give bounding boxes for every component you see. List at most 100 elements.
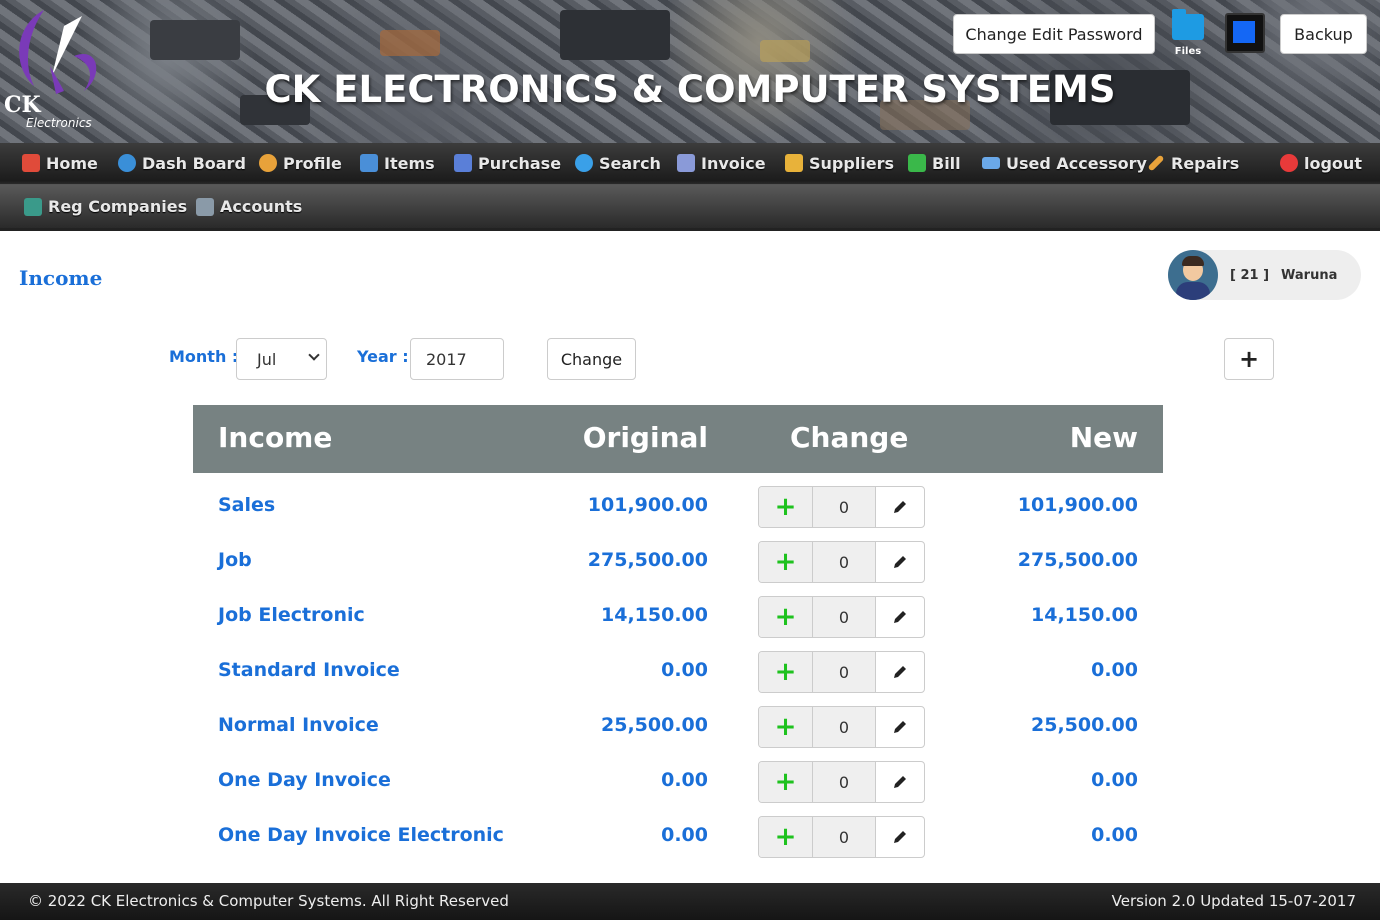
change-edit-password-button[interactable]: Change Edit Password: [953, 14, 1155, 54]
table-row: One Day Invoice Electronic 0.00 + 0 0.00: [193, 808, 1163, 863]
plus-button[interactable]: +: [759, 597, 813, 637]
table-row: Job 275,500.00 + 0 275,500.00: [193, 533, 1163, 588]
year-input[interactable]: 2017: [410, 338, 504, 380]
month-label: Month :: [169, 347, 239, 366]
window-icon[interactable]: [1225, 13, 1265, 53]
pencil-icon[interactable]: [876, 487, 924, 527]
nav-item-home[interactable]: Home: [22, 154, 98, 173]
files-button[interactable]: Files: [1170, 9, 1206, 60]
dashboard-icon: [118, 154, 136, 172]
row-name: Normal Invoice: [218, 714, 379, 736]
header-new: New: [1069, 421, 1138, 454]
row-original: 101,900.00: [587, 494, 708, 516]
search-icon: [575, 154, 593, 172]
backup-button[interactable]: Backup: [1280, 14, 1367, 54]
nav-item-profile[interactable]: Profile: [259, 154, 342, 173]
row-new: 101,900.00: [1017, 494, 1138, 516]
change-value-input[interactable]: 0: [813, 762, 876, 802]
pencil-icon[interactable]: [876, 817, 924, 857]
home-icon: [22, 154, 40, 172]
site-title: CK ELECTRONICS & COMPUTER SYSTEMS: [264, 68, 1116, 111]
row-original: 14,150.00: [601, 604, 708, 626]
nav-item-repairs[interactable]: Repairs: [1147, 154, 1239, 173]
row-new: 0.00: [1091, 659, 1138, 681]
chevron-down-icon: [308, 349, 320, 361]
pencil-icon[interactable]: [876, 597, 924, 637]
row-new: 0.00: [1091, 824, 1138, 846]
row-name: One Day Invoice Electronic: [218, 824, 504, 846]
change-control: + 0: [758, 486, 925, 528]
power-icon: [1280, 154, 1298, 172]
row-name: Standard Invoice: [218, 659, 400, 681]
footer: © 2022 CK Electronics & Computer Systems…: [0, 883, 1380, 920]
repairs-icon: [1147, 154, 1165, 172]
nav-item-used-accessory[interactable]: Used Accessory: [982, 154, 1147, 173]
plus-button[interactable]: +: [759, 652, 813, 692]
header-banner: CK Electronics CK ELECTRONICS & COMPUTER…: [0, 0, 1380, 143]
avatar: [1168, 250, 1218, 300]
row-name: Job: [218, 549, 252, 571]
change-value-input[interactable]: 0: [813, 597, 876, 637]
suppliers-icon: [785, 154, 803, 172]
row-new: 14,150.00: [1031, 604, 1138, 626]
change-value-input[interactable]: 0: [813, 487, 876, 527]
logo-text-sub: Electronics: [26, 116, 92, 130]
nav-item-reg-companies[interactable]: Reg Companies: [24, 197, 187, 216]
nav-item-bill[interactable]: Bill: [908, 154, 961, 173]
nav-item-items[interactable]: Items: [360, 154, 435, 173]
accounts-icon: [196, 197, 214, 216]
footer-version: Version 2.0 Updated 15-07-2017: [1111, 892, 1356, 910]
nav-item-logout[interactable]: logout: [1280, 154, 1362, 173]
row-original: 0.00: [661, 769, 708, 791]
reg-companies-icon: [24, 197, 42, 216]
pencil-icon[interactable]: [876, 652, 924, 692]
page-title: Income: [19, 266, 103, 290]
change-value-input[interactable]: 0: [813, 652, 876, 692]
change-value-input[interactable]: 0: [813, 817, 876, 857]
nav-item-invoice[interactable]: Invoice: [677, 154, 766, 173]
nav-item-accounts[interactable]: Accounts: [196, 197, 302, 216]
user-badge[interactable]: [ 21 ] Waruna: [1168, 250, 1361, 300]
profile-icon: [259, 154, 277, 172]
items-icon: [360, 154, 378, 172]
month-select[interactable]: Jul: [236, 338, 327, 380]
year-label: Year :: [357, 347, 409, 366]
bill-icon: [908, 154, 926, 172]
row-original: 275,500.00: [587, 549, 708, 571]
row-original: 25,500.00: [601, 714, 708, 736]
plus-button[interactable]: +: [759, 542, 813, 582]
purchase-icon: [454, 154, 472, 172]
nav-item-search[interactable]: Search: [575, 154, 661, 173]
change-button[interactable]: Change: [547, 338, 636, 380]
nav-item-dashboard[interactable]: Dash Board: [118, 154, 246, 173]
table-row: Standard Invoice 0.00 + 0 0.00: [193, 643, 1163, 698]
row-original: 0.00: [661, 824, 708, 846]
table-row: Job Electronic 14,150.00 + 0 14,150.00: [193, 588, 1163, 643]
nav-row-2: Reg Companies Accounts: [0, 184, 1380, 228]
invoice-icon: [677, 154, 695, 172]
row-new: 0.00: [1091, 769, 1138, 791]
change-control: + 0: [758, 816, 925, 858]
change-value-input[interactable]: 0: [813, 707, 876, 747]
plus-icon: +: [1238, 345, 1260, 373]
plus-button[interactable]: +: [759, 762, 813, 802]
plus-button[interactable]: +: [759, 487, 813, 527]
plus-button[interactable]: +: [759, 707, 813, 747]
month-value: Jul: [257, 349, 277, 369]
add-button[interactable]: +: [1224, 338, 1274, 380]
pencil-icon[interactable]: [876, 542, 924, 582]
row-new: 25,500.00: [1031, 714, 1138, 736]
change-control: + 0: [758, 596, 925, 638]
nav-row-1: Home Dash Board Profile Items Purchase S…: [0, 143, 1380, 183]
nav-item-suppliers[interactable]: Suppliers: [785, 154, 894, 173]
plus-button[interactable]: +: [759, 817, 813, 857]
used-accessory-icon: [982, 157, 1000, 169]
pencil-icon[interactable]: [876, 762, 924, 802]
files-label: Files: [1174, 46, 1202, 57]
row-name: Job Electronic: [218, 604, 365, 626]
change-control: + 0: [758, 541, 925, 583]
nav-item-purchase[interactable]: Purchase: [454, 154, 561, 173]
pencil-icon[interactable]: [876, 707, 924, 747]
change-value-input[interactable]: 0: [813, 542, 876, 582]
change-control: + 0: [758, 761, 925, 803]
